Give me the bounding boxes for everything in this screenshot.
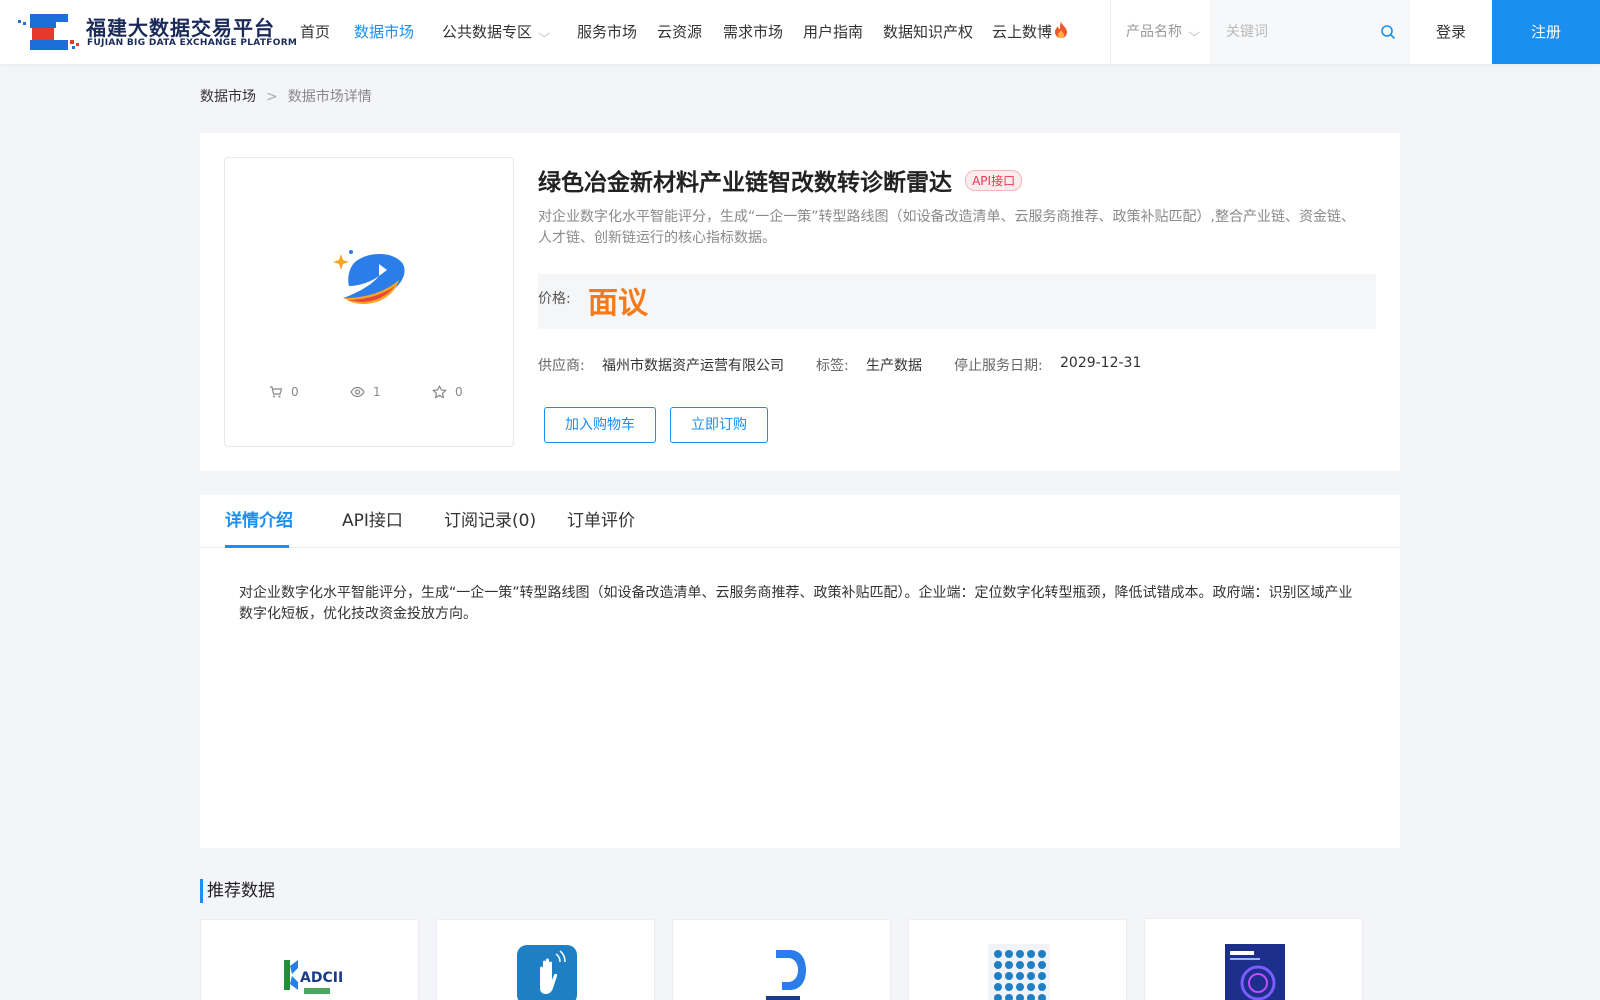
breadcrumb-root[interactable]: 数据市场 [200,89,256,105]
end-date-value: 2029-12-31 [1060,355,1142,371]
tag-label: 标签: [816,358,849,374]
register-button[interactable]: 注册 [1492,0,1600,64]
favorite-count: 0 [432,380,463,404]
search-box [1210,0,1410,64]
supplier-label: 供应商: [538,358,585,374]
dot-grid-logo-icon [988,944,1050,1000]
nav-item-user-guide[interactable]: 用户指南 [803,0,863,64]
active-tab-indicator [225,545,289,548]
breadcrumb-separator: > [266,89,278,105]
cart-icon [270,386,283,398]
quanzhou-data-logo-icon [766,950,806,1000]
nav-item-demand-market[interactable]: 需求市场 [723,0,783,64]
adcid-logo-icon: ADCID [284,960,342,994]
detail-tabs: 详情介绍 API接口 订阅记录(0) 订单评价 [200,495,1400,548]
section-title-bar [200,879,203,903]
logo-title-en: FUJIAN BIG DATA EXCHANGE PLATFORM [87,38,298,48]
eye-icon [350,386,365,398]
recommended-card[interactable]: ADCID [200,919,419,1000]
supplier-value: 福州市数据资产运营有限公司 [602,358,784,374]
breadcrumb-current: 数据市场详情 [287,89,372,105]
subscribe-now-button[interactable]: 立即订购 [670,407,768,443]
recommended-card[interactable] [436,919,655,1000]
nav-item-home[interactable]: 首页 [300,0,330,64]
recommended-card[interactable] [672,919,891,1000]
svg-text:ADCID: ADCID [300,970,342,986]
tab-subscription-records[interactable]: 订阅记录(0) [444,495,536,548]
hand-app-icon [517,945,577,1000]
nav-item-service-market[interactable]: 服务市场 [577,0,637,64]
product-summary-card: 0 1 0 绿色冶金新材料产业链智改数转诊断雷达 API接口 对企业数字化水平智… [200,133,1400,471]
detail-content: 对企业数字化水平智能评分，生成“一企一策”转型路线图（如设备改造清单、云服务商推… [239,585,1353,622]
api-badge: API接口 [965,169,1023,191]
logo-title-cn: 福建大数据交易平台 [86,16,275,40]
top-header: 福建大数据交易平台 FUJIAN BIG DATA EXCHANGE PLATF… [0,0,1600,64]
favorite-count-value: 0 [455,385,463,399]
nav-item-public-data-label: 公共数据专区 [442,23,533,41]
recommended-card[interactable] [908,919,1127,1000]
recommended-card[interactable] [1144,918,1363,1000]
product-description: 对企业数字化水平智能评分，生成“一企一策”转型路线图（如设备改造清单、云服务商推… [538,209,1355,246]
cart-count-value: 0 [291,385,299,399]
product-thumbnail: 0 1 0 [224,157,514,447]
price-label: 价格: [538,291,571,307]
logo-mark-icon [18,14,79,50]
chevron-down-icon: ⌵ [1188,26,1201,39]
site-logo[interactable]: 福建大数据交易平台 FUJIAN BIG DATA EXCHANGE PLATF… [16,10,297,54]
tab-order-reviews[interactable]: 订单评价 [567,495,635,548]
add-to-cart-button[interactable]: 加入购物车 [544,407,656,443]
nav-item-public-data[interactable]: 公共数据专区 ⌵ [442,0,551,64]
end-date-label: 停止服务日期: [954,358,1043,374]
cart-count: 0 [269,380,299,404]
chevron-down-icon: ⌵ [538,27,551,40]
header-divider [1110,0,1111,64]
tag-value: 生产数据 [866,358,922,374]
price-value: 面议 [588,286,648,321]
nav-item-data-market[interactable]: 数据市场 [354,0,414,64]
login-button[interactable]: 登录 [1410,0,1492,64]
product-title-row: 绿色冶金新材料产业链智改数转诊断雷达 API接口 [538,163,1023,196]
tab-details[interactable]: 详情介绍 [225,495,293,548]
product-name-select-label: 产品名称 [1126,24,1182,40]
recommended-title: 推荐数据 [207,881,275,901]
product-logo-icon [333,250,405,304]
nav-item-data-ip[interactable]: 数据知识产权 [883,0,973,64]
digital-poster-icon [1225,944,1285,1000]
nav-item-cloud-resources[interactable]: 云资源 [657,0,702,64]
view-count-value: 1 [373,385,381,399]
fire-icon [1055,22,1068,38]
price-box: 价格: 面议 [538,274,1376,329]
view-count: 1 [350,380,381,404]
search-icon[interactable] [1380,24,1396,40]
search-input[interactable] [1226,20,1366,44]
product-stats: 0 1 0 [225,380,515,404]
product-title: 绿色冶金新材料产业链智改数转诊断雷达 [538,170,952,196]
nav-item-cloud-expo-label: 云上数博 [992,23,1053,41]
nav-item-cloud-expo[interactable]: 云上数博 [992,0,1068,64]
star-icon [432,385,447,399]
breadcrumb: 数据市场 > 数据市场详情 [200,86,372,106]
tab-api[interactable]: API接口 [342,495,403,548]
detail-section: 详情介绍 API接口 订阅记录(0) 订单评价 对企业数字化水平智能评分，生成“… [200,495,1400,848]
product-name-select[interactable]: 产品名称 ⌵ [1126,0,1201,64]
